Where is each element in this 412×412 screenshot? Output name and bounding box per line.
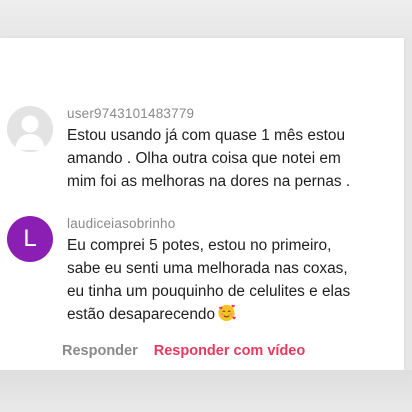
background-bottom bbox=[0, 370, 412, 412]
background-top bbox=[0, 0, 412, 38]
comment-text: Estou usando já com quase 1 mês estou am… bbox=[67, 127, 351, 190]
comment-username[interactable]: user9743101483779 bbox=[67, 106, 194, 121]
reply-with-video-button[interactable]: Responder com vídeo bbox=[154, 343, 305, 359]
smiling-face-with-hearts-icon bbox=[217, 303, 236, 322]
comment-actions: Responder Responder com vídeo bbox=[62, 343, 305, 363]
comment-text: Eu comprei 5 potes, estou no primeiro, s… bbox=[67, 234, 407, 326]
user-avatar[interactable]: L bbox=[7, 216, 53, 262]
comment-username[interactable]: laudiceiasobrinho bbox=[67, 216, 175, 231]
comment-text-body: Eu comprei 5 potes, estou no primeiro, s… bbox=[67, 237, 351, 323]
reply-button[interactable]: Responder bbox=[62, 343, 138, 359]
avatar-letter: L bbox=[23, 225, 37, 252]
default-user-avatar-icon[interactable] bbox=[7, 106, 53, 152]
